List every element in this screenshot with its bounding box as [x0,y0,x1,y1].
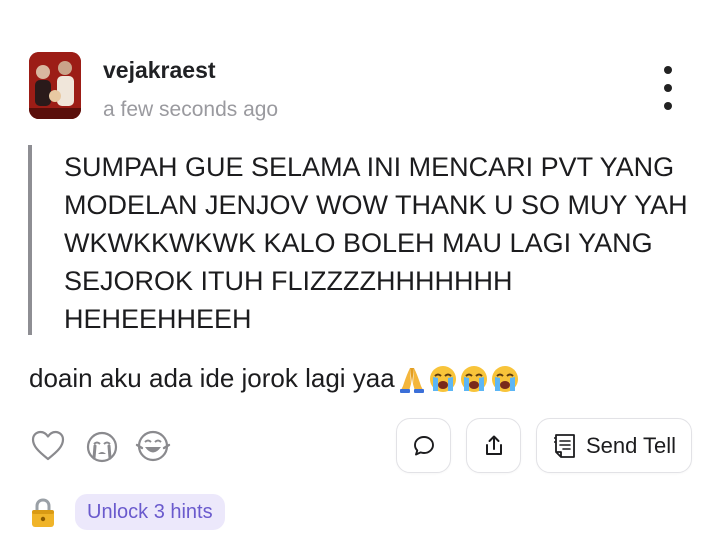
username[interactable]: vejakraest [103,57,216,84]
avatar[interactable] [29,52,81,119]
more-options-icon[interactable] [656,66,680,110]
loudly-crying-emoji [491,365,518,392]
timestamp: a few seconds ago [103,98,279,121]
share-icon [485,435,502,455]
send-tell-button[interactable]: Send Tell [536,418,692,473]
share-button[interactable] [466,418,521,473]
loudly-crying-emoji [429,365,456,392]
reply-message: doain aku ada ide jorok lagi yaa [29,363,520,394]
quoted-message-text: SUMPAH GUE SELAMA INI MENCARI PVT YANG M… [64,152,688,334]
heart-icon[interactable] [30,428,66,464]
folded-hands-emoji [399,367,424,393]
laughing-face-icon[interactable] [135,428,171,464]
comment-button[interactable] [396,418,451,473]
quoted-message: SUMPAH GUE SELAMA INI MENCARI PVT YANG M… [28,145,702,335]
unlock-hints-button[interactable]: Unlock 3 hints [75,494,225,530]
avatar-photo [29,52,81,119]
loudly-crying-emoji [460,365,487,392]
reply-text: doain aku ada ide jorok lagi yaa [29,363,395,393]
send-tell-label: Send Tell [585,432,677,458]
lock-icon [30,497,56,529]
crying-face-icon[interactable] [84,428,120,464]
speech-bubble-icon [413,435,434,455]
note-icon [553,433,575,458]
